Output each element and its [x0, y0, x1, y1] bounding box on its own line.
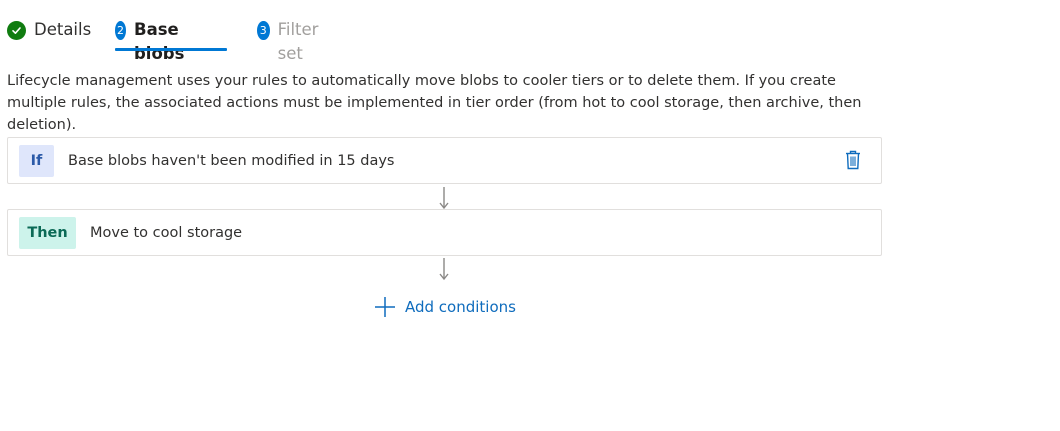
- active-tab-indicator: [115, 48, 227, 51]
- then-action-card: Then Move to cool storage: [7, 209, 882, 256]
- tab-details[interactable]: Details: [7, 18, 91, 52]
- add-conditions-button[interactable]: Add conditions: [374, 296, 516, 318]
- down-arrow-icon: [439, 187, 449, 210]
- tab-base-blobs[interactable]: 2 Base blobs: [115, 18, 227, 63]
- then-action-text[interactable]: Move to cool storage: [90, 222, 242, 244]
- plus-icon: [375, 297, 395, 317]
- if-condition-card: If Base blobs haven't been modified in 1…: [7, 137, 882, 184]
- down-arrow-icon: [439, 258, 449, 281]
- tab-details-label: Details: [34, 20, 92, 39]
- step-number-badge: 3: [257, 21, 270, 40]
- tab-base-blobs-label: Base blobs: [134, 20, 185, 63]
- trash-icon[interactable]: [845, 150, 861, 170]
- check-icon: [7, 21, 26, 40]
- then-tag: Then: [19, 217, 76, 249]
- if-tag: If: [19, 145, 54, 177]
- tab-filter-set[interactable]: 3 Filter set: [257, 18, 325, 63]
- if-condition-text[interactable]: Base blobs haven't been modified in 15 d…: [68, 150, 395, 172]
- tab-filter-set-label: Filter set: [277, 20, 319, 63]
- description-text: Lifecycle management uses your rules to …: [7, 73, 862, 133]
- step-number-badge: 2: [115, 21, 126, 40]
- add-conditions-label: Add conditions: [405, 298, 516, 316]
